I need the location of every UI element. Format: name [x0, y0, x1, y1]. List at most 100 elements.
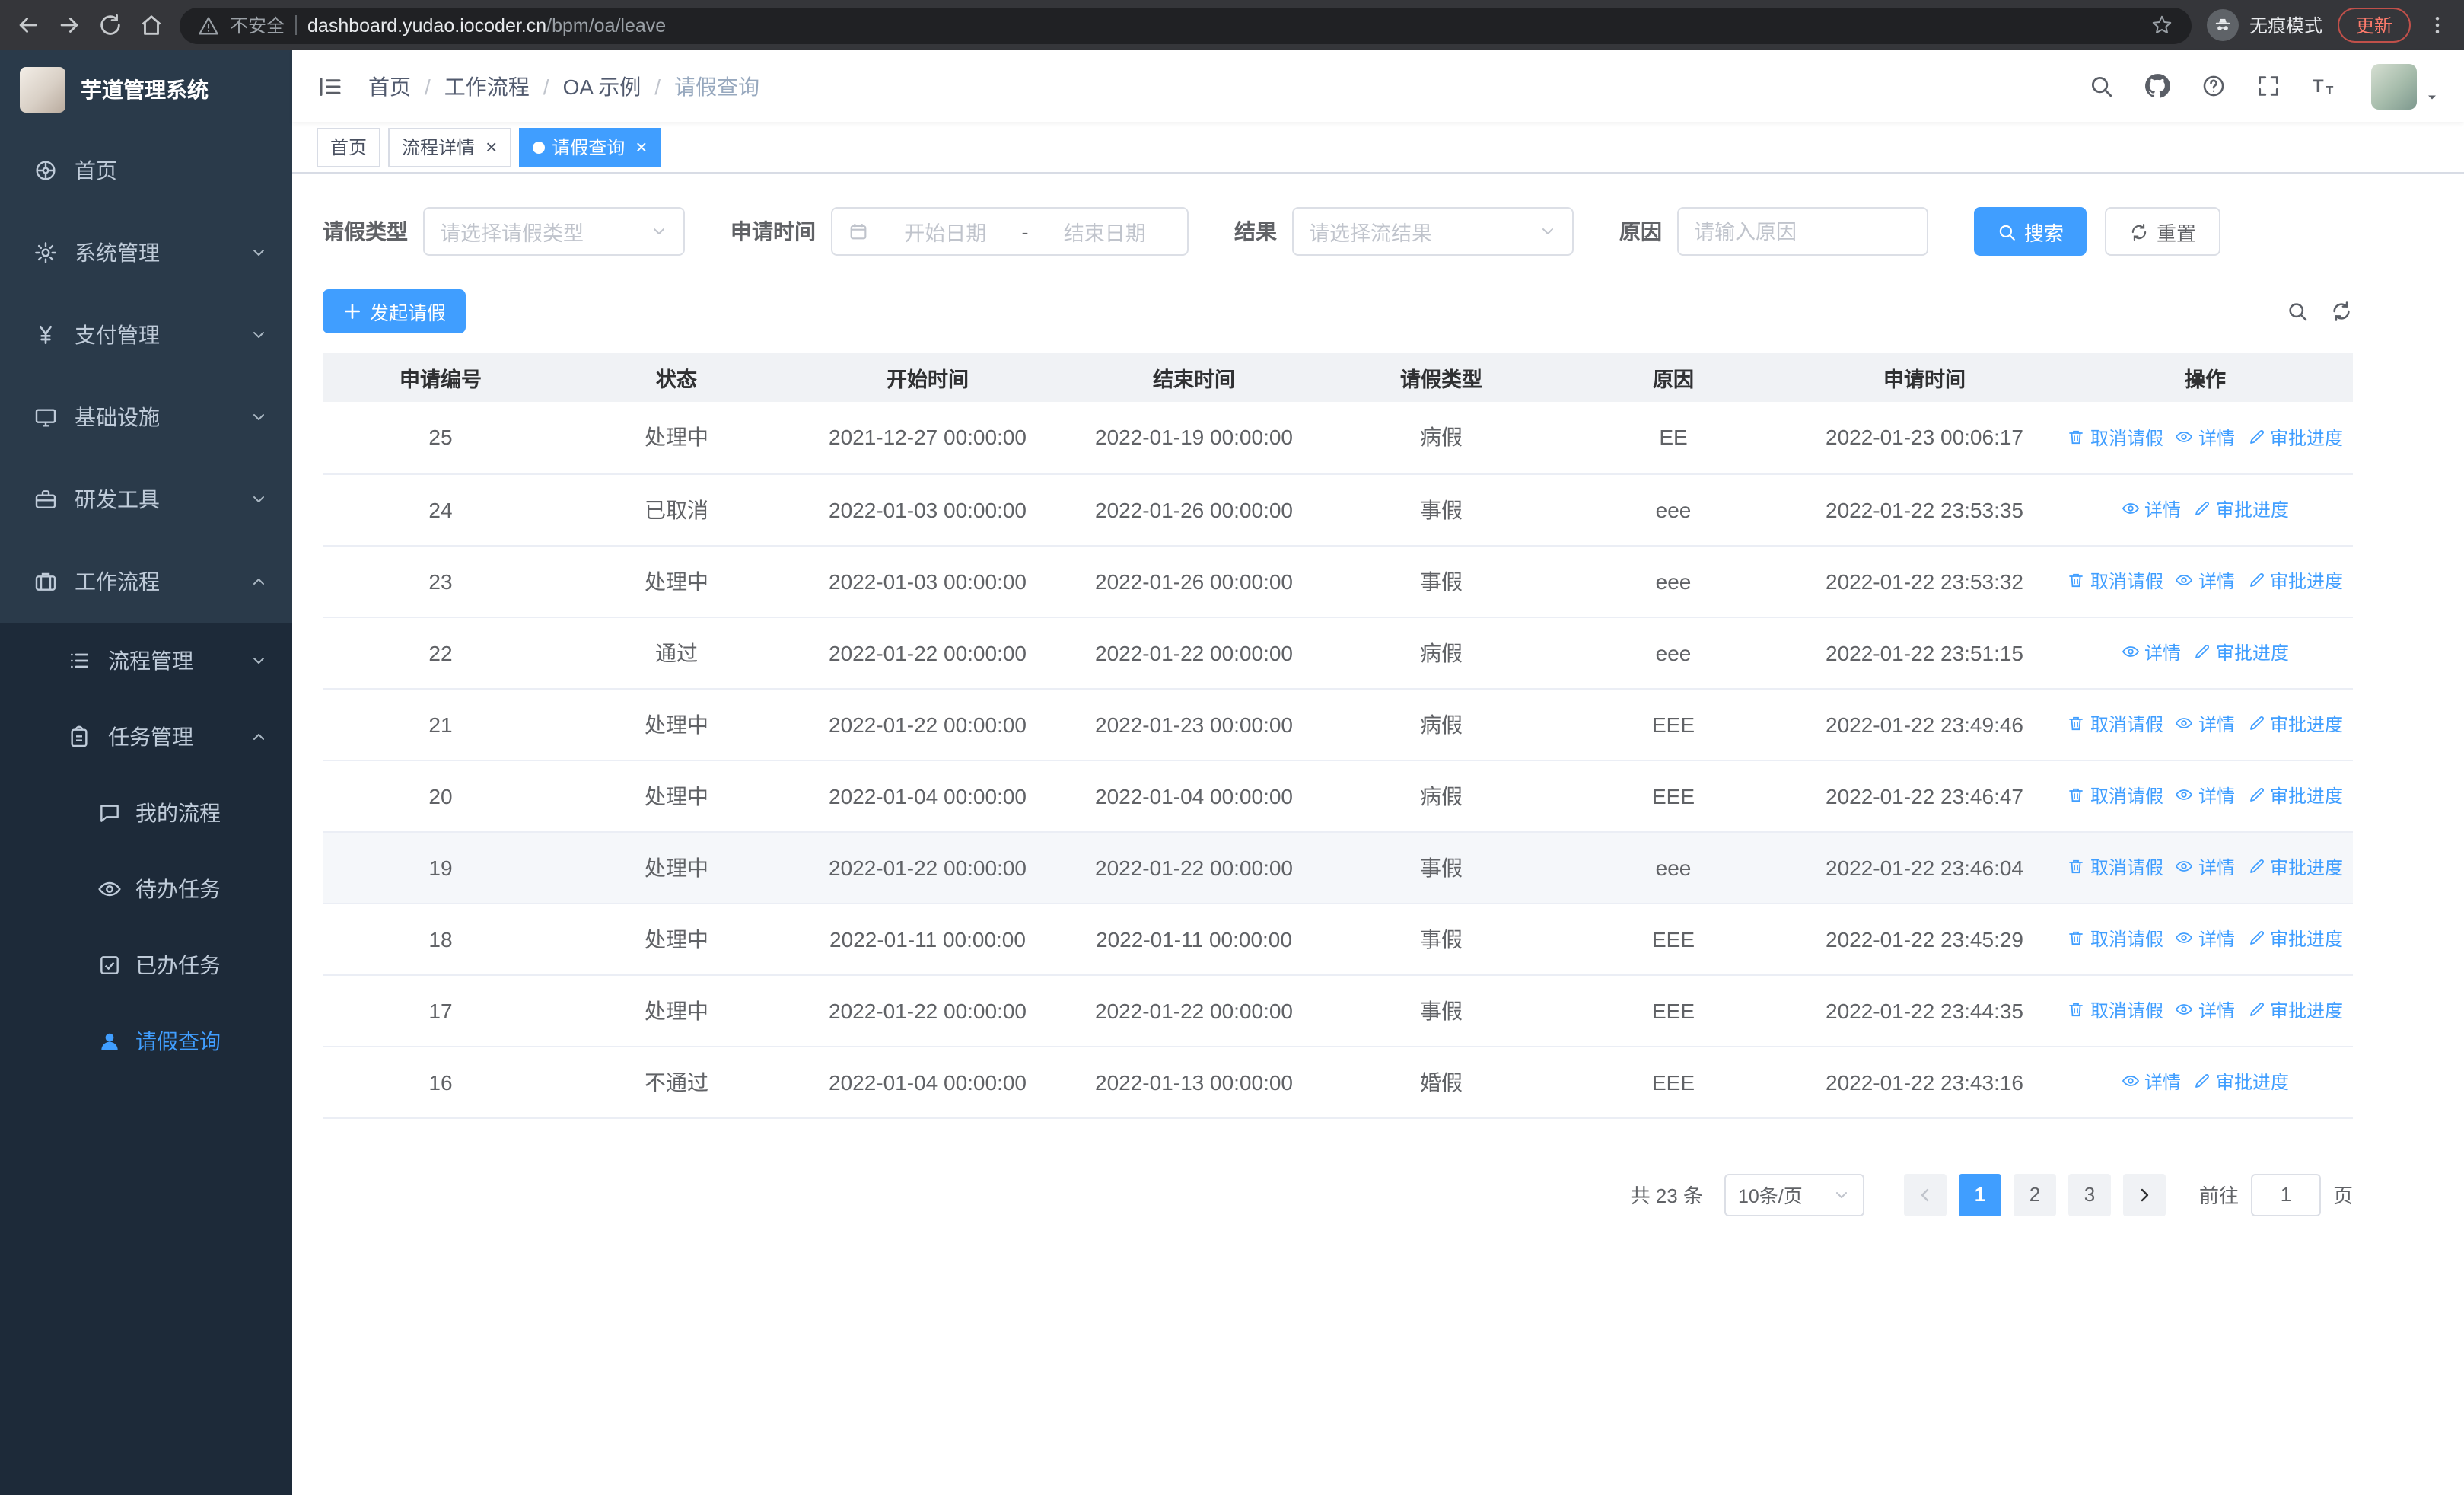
eye-icon	[2176, 858, 2194, 876]
eye-icon	[2176, 929, 2194, 948]
incognito-label: 无痕模式	[2249, 15, 2322, 37]
sidebar-item-process-management[interactable]: 流程管理	[0, 623, 292, 699]
user-menu[interactable]	[2371, 63, 2440, 109]
cell-reason: eee	[1555, 617, 1791, 689]
result-select[interactable]: 请选择流结果	[1292, 207, 1574, 256]
detail-link[interactable]: 详情	[2122, 1069, 2181, 1095]
approval-progress-link[interactable]: 审批进度	[2247, 711, 2343, 737]
sidebar-item-payment-management[interactable]: 支付管理	[0, 294, 292, 376]
tab-home[interactable]: 首页	[317, 127, 381, 167]
cancel-leave-link[interactable]: 取消请假	[2068, 854, 2163, 880]
approval-progress-link[interactable]: 审批进度	[2247, 926, 2343, 952]
tab-process-detail[interactable]: 流程详情 ×	[388, 127, 511, 167]
reload-icon[interactable]	[97, 12, 123, 38]
detail-link[interactable]: 详情	[2176, 997, 2235, 1023]
home-icon[interactable]	[138, 12, 164, 38]
detail-link[interactable]: 详情	[2122, 639, 2181, 665]
update-button[interactable]: 更新	[2337, 8, 2411, 43]
breadcrumb-item[interactable]: 首页	[368, 71, 411, 101]
cell-id: 18	[323, 903, 559, 975]
fullscreen-icon[interactable]	[2255, 73, 2281, 99]
leave-type-placeholder: 请选择请假类型	[440, 222, 584, 245]
cancel-leave-link[interactable]: 取消请假	[2068, 568, 2163, 594]
detail-link[interactable]: 详情	[2176, 854, 2235, 880]
page-button-3[interactable]: 3	[2068, 1173, 2111, 1216]
approval-progress-link[interactable]: 审批进度	[2247, 568, 2343, 594]
cell-actions: 取消请假 详情 审批进度	[2058, 974, 2353, 1047]
font-size-icon[interactable]: TT	[2310, 72, 2339, 100]
end-date-placeholder: 结束日期	[1063, 222, 1146, 245]
browser-menu-icon[interactable]	[2426, 12, 2449, 38]
search-button[interactable]: 搜索	[1974, 207, 2087, 256]
sidebar-item-workflow[interactable]: 工作流程	[0, 540, 292, 623]
cell-reason: eee	[1555, 545, 1791, 617]
breadcrumb-item[interactable]: 工作流程	[444, 71, 530, 101]
cell-type: 病假	[1327, 402, 1555, 474]
approval-progress-link[interactable]: 审批进度	[2193, 1069, 2289, 1095]
page-button-2[interactable]: 2	[2013, 1173, 2056, 1216]
page-button-1[interactable]: 1	[1958, 1173, 2001, 1216]
app-logo[interactable]: 芋道管理系统	[0, 50, 292, 129]
approval-progress-link[interactable]: 审批进度	[2193, 496, 2289, 522]
top-navbar: 首页 / 工作流程 / OA 示例 / 请假查询 TT	[292, 50, 2464, 122]
eye-icon	[2176, 786, 2194, 805]
detail-link[interactable]: 详情	[2122, 496, 2181, 522]
goto-page-input[interactable]	[2250, 1173, 2321, 1216]
sidebar-item-task-management[interactable]: 任务管理	[0, 699, 292, 775]
sidebar-item-my-processes[interactable]: 我的流程	[0, 775, 292, 851]
github-icon[interactable]	[2143, 72, 2172, 100]
approval-progress-link[interactable]: 审批进度	[2247, 854, 2343, 880]
approval-progress-link[interactable]: 审批进度	[2193, 639, 2289, 665]
approval-progress-link[interactable]: 审批进度	[2247, 783, 2343, 808]
trash-icon	[2068, 786, 2086, 805]
leave-type-select[interactable]: 请选择请假类型	[423, 207, 685, 256]
cancel-leave-link[interactable]: 取消请假	[2068, 711, 2163, 737]
reason-input[interactable]	[1677, 207, 1928, 256]
not-secure-icon[interactable]	[198, 14, 219, 36]
back-icon[interactable]	[15, 12, 41, 38]
cancel-leave-link[interactable]: 取消请假	[2068, 783, 2163, 808]
sidebar-item-system-management[interactable]: 系统管理	[0, 212, 292, 294]
sidebar-item-todo-tasks[interactable]: 待办任务	[0, 851, 292, 927]
cell-end: 2022-01-22 00:00:00	[1061, 617, 1327, 689]
sidebar-item-label: 请假查询	[135, 1029, 221, 1054]
cell-applied: 2022-01-22 23:43:16	[1791, 1046, 2058, 1118]
sidebar-item-home[interactable]: 首页	[0, 129, 292, 212]
approval-progress-link[interactable]: 审批进度	[2247, 997, 2343, 1023]
detail-link[interactable]: 详情	[2176, 711, 2235, 737]
approval-progress-link[interactable]: 审批进度	[2247, 424, 2343, 450]
detail-link[interactable]: 详情	[2176, 783, 2235, 808]
table-row: 17 处理中 2022-01-22 00:00:00 2022-01-22 00:00…	[323, 974, 2353, 1047]
search-icon[interactable]	[2088, 73, 2114, 99]
navbar-actions: TT	[2088, 63, 2440, 109]
cancel-leave-link[interactable]: 取消请假	[2068, 424, 2163, 450]
prev-page-button[interactable]	[1903, 1173, 1947, 1216]
sidebar-item-leave-query[interactable]: 请假查询	[0, 1003, 292, 1079]
close-icon[interactable]: ×	[635, 137, 647, 157]
close-icon[interactable]: ×	[485, 137, 497, 157]
detail-link[interactable]: 详情	[2176, 568, 2235, 594]
toggle-search-icon[interactable]	[2286, 300, 2309, 323]
cancel-leave-link[interactable]: 取消请假	[2068, 926, 2163, 952]
cancel-leave-link[interactable]: 取消请假	[2068, 997, 2163, 1023]
forward-icon[interactable]	[56, 12, 82, 38]
breadcrumb-item[interactable]: OA 示例	[563, 71, 641, 101]
sidebar-item-dev-tools[interactable]: 研发工具	[0, 458, 292, 540]
address-bar[interactable]: 不安全 dashboard.yudao.iocoder.cn/bpm/oa/le…	[180, 7, 2192, 43]
detail-link[interactable]: 详情	[2176, 926, 2235, 952]
next-page-button[interactable]	[2122, 1173, 2166, 1216]
detail-link[interactable]: 详情	[2176, 424, 2235, 450]
sidebar-item-done-tasks[interactable]: 已办任务	[0, 927, 292, 1003]
reset-button[interactable]: 重置	[2105, 207, 2221, 256]
table-row: 16 不通过 2022-01-04 00:00:00 2022-01-13 00:00…	[323, 1046, 2353, 1118]
sidebar-toggle-icon[interactable]	[317, 72, 344, 100]
bookmark-star-icon[interactable]	[2150, 14, 2173, 37]
sidebar-item-infrastructure[interactable]: 基础设施	[0, 376, 292, 458]
apply-time-range-picker[interactable]: 开始日期 - 结束日期	[831, 207, 1189, 256]
page-size-select[interactable]: 10条/页	[1724, 1173, 1864, 1216]
tab-leave-query[interactable]: 请假查询 ×	[518, 127, 661, 167]
refresh-table-icon[interactable]	[2330, 300, 2353, 323]
cell-start: 2022-01-03 00:00:00	[794, 545, 1061, 617]
help-icon[interactable]	[2201, 73, 2227, 99]
create-leave-button[interactable]: 发起请假	[323, 289, 466, 333]
